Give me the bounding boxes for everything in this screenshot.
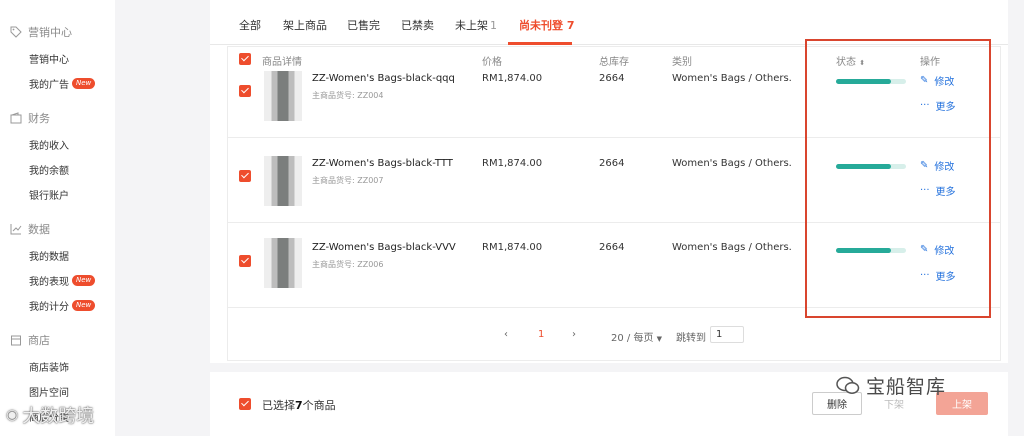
jump-page-input[interactable]: 1 — [710, 326, 744, 343]
product-sku: 主商品货号: ZZ007 — [312, 176, 384, 185]
product-name[interactable]: ZZ-Women's Bags-black-qqq — [312, 73, 455, 84]
wechat-icon — [836, 376, 860, 394]
product-price: RM1,874.00 — [482, 158, 543, 169]
bulk-select-checkbox[interactable] — [239, 398, 251, 410]
prev-page-button[interactable]: ‹ — [504, 329, 508, 340]
tag-icon — [10, 26, 22, 38]
tab-live[interactable]: 架上商品 — [283, 17, 327, 33]
tab-unpublished[interactable]: 尚未刊登 7 — [519, 17, 575, 33]
sidebar-item-bank-account[interactable]: 银行账户 — [29, 187, 69, 202]
sidebar: 营销中心 营销中心 我的广告 New 财务 我的收入 我的余额 银行账户 数据 我… — [0, 0, 115, 436]
jump-label: 跳转到 — [676, 333, 706, 344]
product-sku: 主商品货号: ZZ004 — [312, 91, 384, 100]
new-badge: New — [72, 300, 96, 311]
tab-banned[interactable]: 已禁卖 — [401, 17, 434, 33]
sidebar-item-my-score[interactable]: 我的计分 New — [29, 298, 96, 313]
tab-sold-out[interactable]: 已售完 — [347, 17, 380, 33]
weibo-icon: ◉ — [6, 407, 19, 423]
sidebar-item-my-data[interactable]: 我的数据 — [29, 248, 69, 263]
chart-icon — [10, 224, 22, 235]
product-name[interactable]: ZZ-Women's Bags-black-TTT — [312, 158, 453, 169]
sidebar-item-my-balance[interactable]: 我的余额 — [29, 162, 69, 177]
wallet-icon — [10, 112, 22, 124]
product-sku: 主商品货号: ZZ006 — [312, 260, 384, 269]
product-thumbnail — [264, 238, 302, 288]
product-name[interactable]: ZZ-Women's Bags-black-VVV — [312, 242, 456, 253]
sidebar-item-my-performance[interactable]: 我的表现 New — [29, 273, 96, 288]
sidebar-section-marketing: 营销中心 — [10, 24, 72, 40]
watermark-left: ◉ 大数跨境 — [6, 406, 95, 427]
product-thumbnail — [264, 156, 302, 206]
shop-icon — [11, 335, 21, 346]
row-checkbox[interactable] — [239, 85, 251, 97]
next-page-button[interactable]: › — [572, 329, 576, 340]
page-number[interactable]: 1 — [538, 329, 544, 340]
selected-count-text: 已选择7个商品 — [262, 399, 336, 412]
sidebar-section-shop: 商店 — [10, 332, 50, 348]
product-price: RM1,874.00 — [482, 73, 543, 84]
sidebar-section-data: 数据 — [10, 221, 50, 237]
tab-all[interactable]: 全部 — [239, 17, 261, 33]
product-category: Women's Bags / Others. — [672, 73, 792, 84]
row-checkbox[interactable] — [239, 170, 251, 182]
chevron-down-icon: ▼ — [656, 335, 663, 343]
product-price: RM1,874.00 — [482, 242, 543, 253]
product-category: Women's Bags / Others. — [672, 158, 792, 169]
per-page-select[interactable]: 20 / 每页 ▼ — [611, 329, 662, 344]
new-badge: New — [72, 78, 96, 89]
sidebar-section-finance: 财务 — [10, 110, 50, 126]
row-checkbox[interactable] — [239, 255, 251, 267]
new-badge: New — [72, 275, 96, 286]
product-stock: 2664 — [599, 242, 625, 253]
watermark-right: 宝船智库 — [836, 372, 946, 399]
highlight-box — [805, 39, 991, 318]
sidebar-item-marketing-center[interactable]: 营销中心 — [29, 51, 69, 66]
product-thumbnail — [264, 71, 302, 121]
sidebar-item-my-income[interactable]: 我的收入 — [29, 137, 69, 152]
tab-unlisted[interactable]: 未上架 1 — [455, 17, 497, 33]
active-tab-indicator — [508, 42, 572, 45]
sidebar-item-my-ads[interactable]: 我的广告 New — [29, 76, 96, 91]
product-stock: 2664 — [599, 73, 625, 84]
product-stock: 2664 — [599, 158, 625, 169]
product-category: Women's Bags / Others. — [672, 242, 792, 253]
sidebar-item-media-space[interactable]: 图片空间 — [29, 384, 69, 399]
sidebar-item-shop-decoration[interactable]: 商店装饰 — [29, 359, 69, 374]
